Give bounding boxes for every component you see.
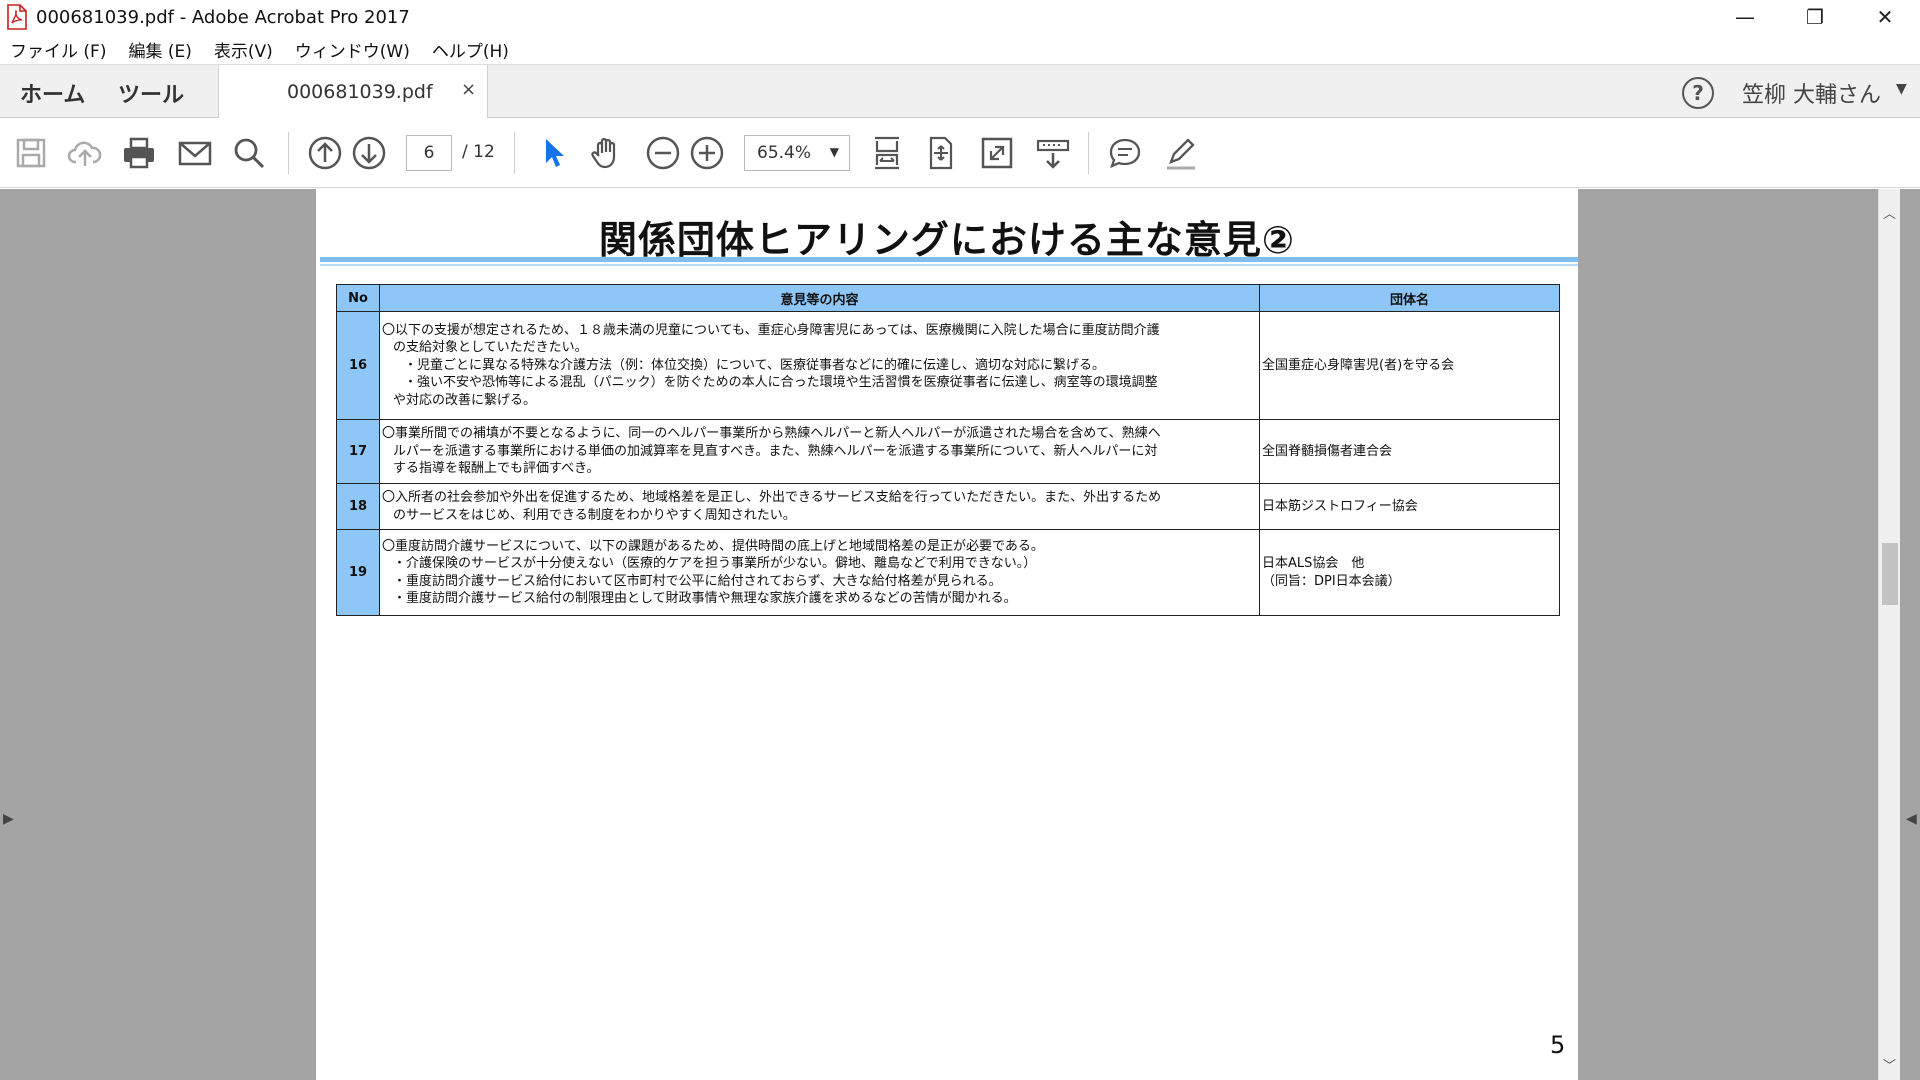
opinion-line: 〇入所者の社会参加や外出を促進するため、地域格差を是正し、外出できるサービス支給… [382,490,1162,505]
zoom-in-icon[interactable] [688,134,726,172]
search-icon[interactable] [230,134,268,172]
organization-name: 日本ALS協会 他 （同旨：DPI日本会議） [1259,529,1560,616]
header-no: No [336,284,380,312]
close-tab-icon[interactable]: × [461,79,476,100]
email-icon[interactable] [176,134,214,172]
row-number: 17 [336,419,380,484]
vertical-scrollbar[interactable]: ︿ ﹀ [1878,189,1900,1080]
document-tab-label: 000681039.pdf [287,81,433,103]
menu-file[interactable]: ファイル (F) [0,37,118,62]
fit-page-icon[interactable] [922,134,960,172]
organization-name: 日本筋ジストロフィー協会 [1259,483,1560,530]
scroll-down-icon[interactable]: ﹀ [1883,1055,1896,1074]
comment-icon[interactable] [1106,134,1144,172]
opinion-line: ・重度訪問介護サービス給付において区市町村で公平に給付されておらず、大きな給付格… [393,573,1002,589]
help-icon[interactable]: ? [1682,77,1714,109]
restore-button[interactable]: ❐ [1780,0,1850,34]
opinion-line: の支給対象としていただきたい。 [393,340,588,356]
user-account[interactable]: 笠柳 大輔さん [1742,77,1881,109]
minimize-button[interactable]: — [1710,0,1780,34]
opinions-table: No 意見等の内容 団体名 16 〇以下の支援が想定されるため、１８歳未満の児童… [336,284,1560,616]
row-number: 16 [336,311,380,420]
right-panel-toggle-icon[interactable]: ◀ [1906,811,1917,827]
highlight-pen-icon[interactable] [1162,134,1200,172]
page-footer-number: 5 [1550,1031,1566,1059]
tab-document[interactable]: 000681039.pdf × [218,65,488,119]
title-bar: 000681039.pdf - Adobe Acrobat Pro 2017 —… [0,0,1920,34]
header-org: 団体名 [1259,284,1560,312]
toolbar: 6 / 12 65.4% ▼ [0,118,1920,188]
toolbar-divider [288,132,289,174]
table-header-row: No 意見等の内容 団体名 [336,284,1560,312]
zoom-select[interactable]: 65.4% ▼ [744,135,850,171]
table-row: 17 〇事業所間での補填が不要となるように、同一のヘルパー事業所から熟練ヘルパー… [336,419,1560,484]
scroll-mode-icon[interactable] [1034,134,1072,172]
fit-width-icon[interactable] [868,134,906,172]
opinion-line: 〇以下の支援が想定されるため、１８歳未満の児童についても、重症心身障害児にあって… [382,322,1160,338]
opinion-line: 〇重度訪問介護サービスについて、以下の課題があるため、提供時間の底上げと地域間格… [382,538,1044,554]
table-row: 19 〇重度訪問介護サービスについて、以下の課題があるため、提供時間の底上げと地… [336,529,1560,616]
toolbar-divider [1088,132,1089,174]
window-title: 000681039.pdf - Adobe Acrobat Pro 2017 [36,6,410,28]
opinion-content: 〇入所者の社会参加や外出を促進するため、地域格差を是正し、外出できるサービス支給… [379,483,1260,530]
opinion-content: 〇重度訪問介護サービスについて、以下の課題があるため、提供時間の底上げと地域間格… [379,529,1260,616]
scroll-up-icon[interactable]: ︿ [1883,203,1896,222]
organization-name: 全国脊髄損傷者連合会 [1259,419,1560,484]
organization-line: （同旨：DPI日本会議） [1262,573,1401,589]
title-underline [320,257,1578,262]
opinion-line: や対応の改善に繋げる。 [393,392,537,408]
header-content: 意見等の内容 [379,284,1260,312]
opinion-line: する指導を報酬上でも評価すべき。 [393,461,600,477]
select-cursor-icon[interactable] [534,134,572,172]
opinion-line: ルパーを派遣する事業所における単価の加減算率を見直すべき。また、熟練ヘルパーを派… [393,443,1158,459]
chevron-down-icon: ▼ [829,145,839,159]
opinion-line: ・重度訪問介護サービス給付の制限理由として財政事情や無理な家族介護を求めるなどの… [393,591,1017,606]
save-icon[interactable] [12,134,50,172]
cloud-upload-icon[interactable] [66,134,104,172]
organization-name: 全国重症心身障害児(者)を守る会 [1259,311,1560,420]
account-dropdown-icon[interactable]: ▼ [1896,81,1907,97]
menu-help[interactable]: ヘルプ(H) [422,37,521,62]
full-screen-icon[interactable] [978,134,1016,172]
table-row: 18 〇入所者の社会参加や外出を促進するため、地域格差を是正し、外出できるサービ… [336,483,1560,530]
tab-home[interactable]: ホーム [20,77,85,109]
zoom-out-icon[interactable] [644,134,682,172]
opinion-line: 〇事業所間での補填が不要となるように、同一のヘルパー事業所から熟練ヘルパーと新人… [382,426,1161,442]
zoom-value: 65.4% [757,143,812,163]
row-number: 18 [336,483,380,530]
menu-window[interactable]: ウィンドウ(W) [285,37,422,62]
organization-line: 日本筋ジストロフィー協会 [1262,498,1418,514]
pdf-page: 関係団体ヒアリングにおける主な意見② No 意見等の内容 団体名 16 〇以下の… [316,189,1578,1080]
scrollbar-thumb[interactable] [1882,543,1898,605]
opinion-content: 〇以下の支援が想定されるため、１８歳未満の児童についても、重症心身障害児にあって… [379,311,1260,420]
opinion-line: のサービスをはじめ、利用できる制度をわかりやすく周知されたい。 [393,507,796,523]
organization-line: 全国脊髄損傷者連合会 [1262,443,1393,459]
toolbar-divider [514,132,515,174]
left-panel-toggle-icon[interactable]: ▶ [3,811,14,827]
opinion-content: 〇事業所間での補填が不要となるように、同一のヘルパー事業所から熟練ヘルパーと新人… [379,419,1260,484]
opinion-line: ・介護保険のサービスが十分使えない（医療的ケアを担う事業所が少ない。僻地、離島な… [393,556,1037,571]
print-icon[interactable] [120,134,158,172]
page-total: / 12 [462,142,495,162]
title-underline-thin [320,264,1578,266]
previous-page-icon[interactable] [306,134,344,172]
next-page-icon[interactable] [350,134,388,172]
hand-tool-icon[interactable] [588,134,626,172]
organization-line: 全国重症心身障害児(者)を守る会 [1262,357,1455,373]
page-number-input[interactable]: 6 [406,135,452,171]
tab-bar: ホーム ツール 000681039.pdf × ? 笠柳 大輔さん ▼ [0,64,1920,119]
opinion-line: ・児童ごとに異なる特殊な介護方法（例：体位交換）について、医療従事者などに的確に… [404,357,1105,373]
page-title: 関係団体ヒアリングにおける主な意見② [598,218,1296,262]
pdf-file-icon [6,4,28,30]
document-viewer[interactable]: ▶ 関係団体ヒアリングにおける主な意見② No 意見等の内容 団体名 16 〇以… [0,189,1920,1080]
opinion-line: ・強い不安や恐怖等による混乱（パニック）を防ぐための本人に合った環境や生活習慣を… [404,375,1158,391]
table-row: 16 〇以下の支援が想定されるため、１８歳未満の児童についても、重症心身障害児に… [336,311,1560,420]
menu-view[interactable]: 表示(V) [204,37,285,62]
tab-tools[interactable]: ツール [118,77,184,109]
row-number: 19 [336,529,380,616]
organization-line: 日本ALS協会 他 [1262,556,1365,571]
close-window-button[interactable]: ✕ [1850,0,1920,34]
menu-bar: ファイル (F) 編集 (E) 表示(V) ウィンドウ(W) ヘルプ(H) [0,34,1920,64]
menu-edit[interactable]: 編集 (E) [118,37,203,62]
